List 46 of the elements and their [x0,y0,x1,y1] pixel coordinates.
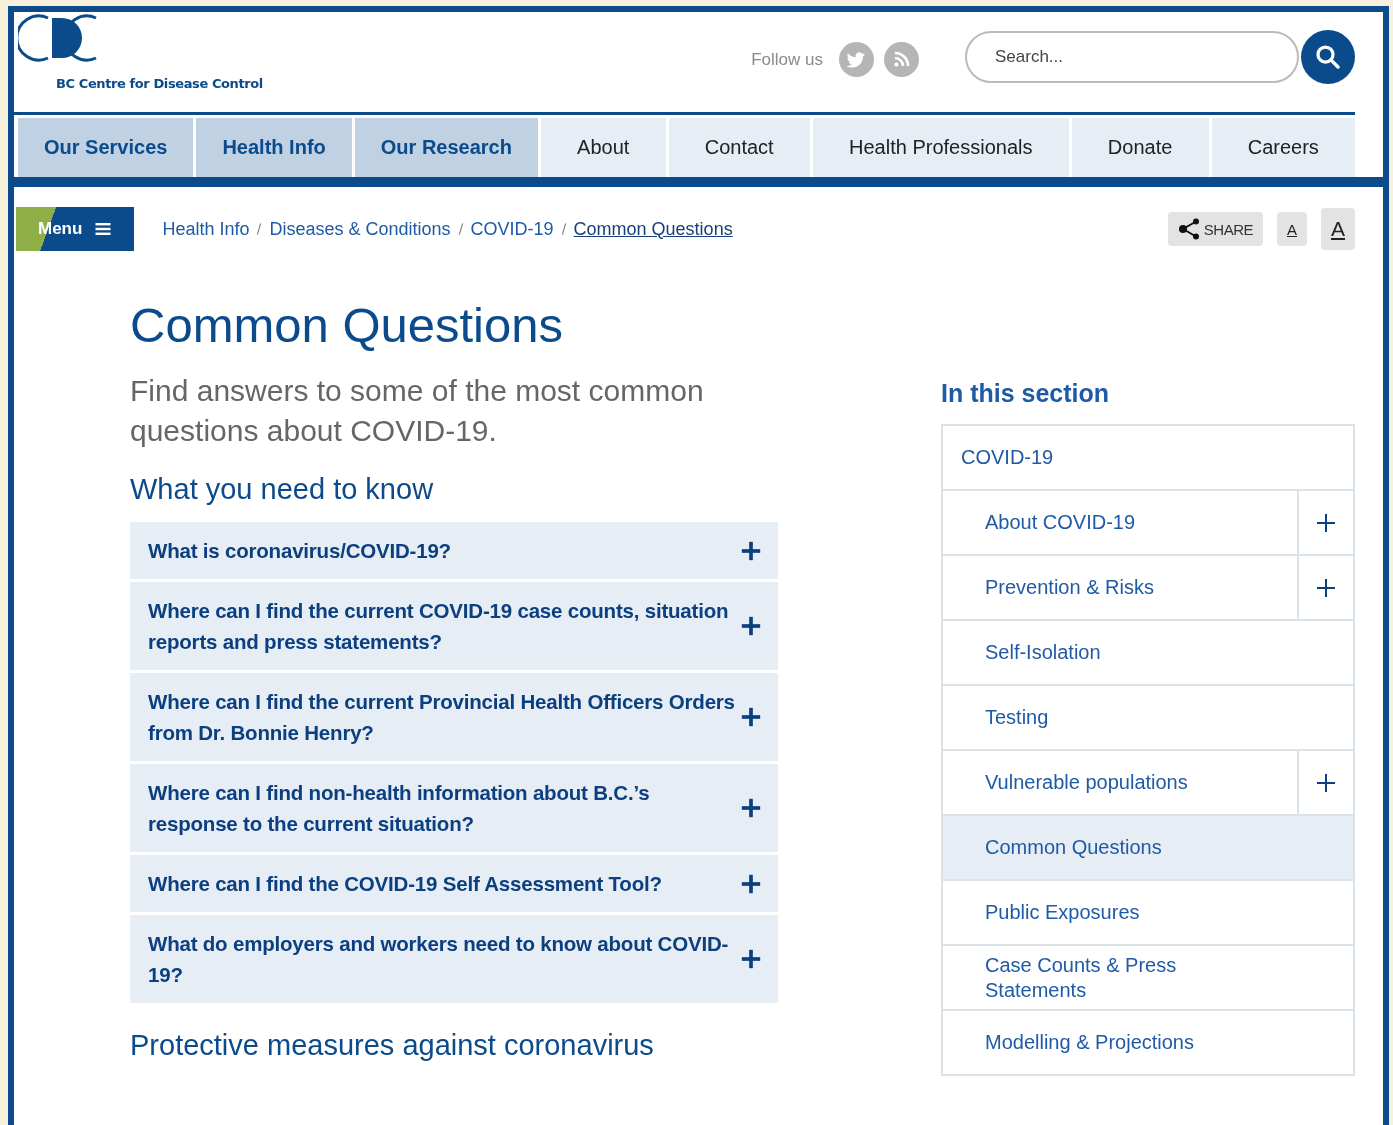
search-button[interactable] [1301,30,1355,84]
plus-icon [740,797,762,819]
nav-link[interactable]: Careers [1211,118,1355,177]
section-heading: Protective measures against coronavirus [130,1029,655,1062]
search-field[interactable]: Search... [965,31,1299,83]
sidebar-item[interactable]: About COVID-19 [943,491,1353,556]
menu-icon [94,220,113,238]
sidebar-heading: In this section [941,379,1111,408]
accordion-item[interactable]: Where can I find the current Provincial Health Officers Orders from Dr. Bonnie Henry? [130,673,778,761]
search-icon [1313,42,1343,72]
nav-link[interactable]: Health Info [196,118,352,177]
plus-icon [740,948,762,970]
plus-icon [740,539,762,562]
share-icon [1177,217,1202,241]
rss-icon[interactable] [884,42,919,77]
plus-icon [740,615,762,637]
accordion-item[interactable]: What is coronavirus/COVID-19? [130,522,778,579]
breadcrumb-link[interactable]: Diseases & Conditions [269,218,451,240]
accordion-item[interactable]: Where can I find the COVID-19 Self Assessment Tool? [130,855,778,912]
sidebar-item[interactable]: Prevention & Risks [943,556,1353,621]
nav-link[interactable]: Contact [668,118,810,177]
breadcrumb-link[interactable]: Health Info [162,218,250,240]
menu-button[interactable]: Menu [16,207,135,251]
sidebar-item[interactable]: Common Questions [943,816,1353,881]
accordion-item[interactable]: Where can I find the current COVID-19 case counts, situation reports and press statements? [130,582,778,670]
nav-link[interactable]: About [540,118,666,177]
plus-icon [740,872,762,895]
section-heading: What you need to know [130,473,435,506]
twitter-icon[interactable] [839,42,874,77]
breadcrumb-link[interactable]: Common Questions [573,218,733,240]
accordion-item[interactable]: Where can I find non-health information about B.C.’s response to the current situation? [130,764,778,852]
font-size-large-button[interactable]: A [1321,208,1355,250]
follow-label: Follow us [751,49,823,70]
nav-link[interactable]: Our Services [18,118,194,177]
nav-link[interactable]: Our Research [354,118,538,177]
plus-icon [740,706,762,728]
nav-link[interactable]: Donate [1071,118,1209,177]
breadcrumb-link[interactable]: COVID-19 [470,218,554,240]
nav-link[interactable]: Health Professionals [812,118,1069,177]
font-size-small-button[interactable]: A [1277,212,1307,246]
share-button[interactable]: SHARE [1167,212,1263,246]
accordion-item[interactable]: What do employers and workers need to know about COVID-19? [130,915,778,1003]
page-title: Common Questions [130,297,564,353]
intro-text: Find answers to some of the most common questions about COVID-19. [130,373,705,449]
logo-text: BC Centre for Disease Control [56,76,263,91]
sidebar-item[interactable]: Vulnerable populations [943,751,1353,816]
